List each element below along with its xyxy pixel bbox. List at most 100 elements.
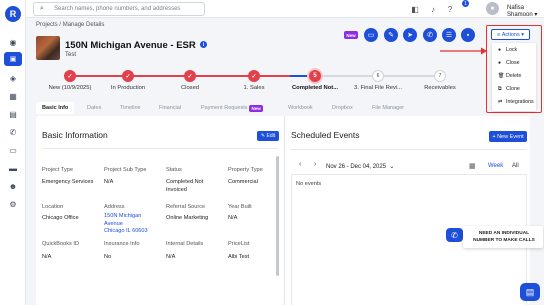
tab-payment-requests[interactable]: Payment Requests New (201, 102, 263, 114)
calendar-icon[interactable]: ▤ (7, 108, 19, 120)
field-value: N/A (42, 254, 52, 260)
field-label: PriceList (228, 241, 250, 247)
list-icon[interactable]: ☰ (442, 28, 456, 42)
menu-item-clone[interactable]: ⧉ Clone (498, 86, 520, 92)
tab-workbook[interactable]: Workbook (288, 102, 313, 114)
field-label: Year Built (228, 204, 252, 210)
calendar-icon[interactable]: ▦ (469, 162, 476, 170)
user-menu[interactable]: Nafisa Shamoon ▾ (507, 5, 544, 18)
menu-item-close[interactable]: ● Close (498, 60, 520, 66)
briefcase-icon[interactable]: ▣ (4, 52, 22, 66)
chat-icon[interactable]: ▤ (520, 283, 540, 301)
megaphone-icon[interactable]: ◧ (410, 4, 420, 14)
menu-item-integrations[interactable]: ⇄ Integrations (498, 99, 534, 105)
save-icon[interactable]: ▪ (461, 28, 475, 42)
tab-label: Payment Requests (201, 105, 248, 111)
globe-icon[interactable]: ◉ (7, 36, 19, 48)
tab-financial[interactable]: Financial (159, 102, 181, 114)
step-dot[interactable]: ✓ (122, 70, 134, 82)
send-icon[interactable]: ➤ (403, 28, 417, 42)
menu-item-label: Clone (506, 86, 520, 92)
phone-icon[interactable]: ✆ (446, 228, 463, 242)
breadcrumb-current: Manage Details (62, 22, 105, 28)
view-week-toggle[interactable]: Week (488, 163, 503, 169)
address-line: 150N Michigan (104, 213, 142, 219)
view-all-toggle[interactable]: All (512, 163, 519, 169)
info-icon[interactable]: i (200, 41, 207, 48)
edit-label: Edit (266, 133, 276, 139)
step-dot[interactable]: ✓ (64, 70, 76, 82)
menu-item-label: Integrations (506, 99, 534, 105)
tab-file-manager[interactable]: File Manager (372, 102, 404, 114)
chevron-down-icon: ⌄ (389, 164, 395, 170)
breadcrumb: Projects / Manage Details (36, 22, 104, 28)
divider (42, 148, 278, 149)
edit-button[interactable]: ✎ Edit (257, 131, 279, 141)
field-label: Project Sub Type (104, 167, 147, 173)
address-link[interactable]: 150N Michigan Avenue Chicago IL 60603 (104, 213, 148, 236)
new-event-button[interactable]: + New Event (489, 131, 527, 142)
lock-icon: ● (498, 47, 502, 53)
step-label: In Production (110, 85, 146, 91)
app-logo[interactable]: R (5, 6, 21, 22)
actions-label: Actions (501, 31, 520, 38)
call-banner[interactable]: NEED AN INDIVIDUAL NUMBER TO MAKE CALLS (463, 226, 543, 248)
project-image (36, 36, 60, 60)
settings-icon[interactable]: ⚙ (7, 198, 19, 210)
tab-dates[interactable]: Dates (87, 102, 101, 114)
chevron-down-icon: ▾ (521, 31, 525, 38)
avatar[interactable]: ● (486, 2, 499, 15)
field-value: Completed Not Invoiced (166, 179, 204, 193)
field-value: Emergency Services (42, 179, 94, 185)
field-label: Project Type (42, 167, 73, 173)
map-icon[interactable]: ▦ (7, 90, 19, 102)
actions-button[interactable]: ≡ Actions ▾ (491, 29, 530, 40)
help-icon[interactable]: ? (445, 4, 455, 14)
phone-icon[interactable]: ✆ (7, 126, 19, 138)
menu-item-label: Delete (506, 73, 522, 79)
page-title: 150N Michigan Avenue - ESR (65, 40, 196, 51)
tab-dropbox[interactable]: Dropbox (332, 102, 353, 114)
tab-timeline[interactable]: Timeline (120, 102, 141, 114)
menu-item-lock[interactable]: ● Lock (498, 47, 517, 53)
trash-icon: 🗑 (498, 73, 505, 79)
step-dot[interactable]: 7 (434, 70, 446, 82)
address-line: Chicago IL 60603 (104, 228, 148, 234)
chevron-left-icon[interactable]: ‹ (299, 161, 301, 168)
scrollbar[interactable] (276, 156, 279, 276)
menu-item-delete[interactable]: 🗑 Delete (498, 73, 521, 79)
bell-icon[interactable]: ♪ (428, 4, 438, 14)
field-label: Property Type (228, 167, 263, 173)
empty-state: No events (296, 181, 322, 187)
step-dot-current[interactable]: 5 (309, 70, 321, 82)
step-label: Closed (180, 85, 200, 91)
users-icon[interactable]: ☻ (7, 180, 19, 192)
step-label-current: Completed Not... (291, 85, 339, 91)
step-dot[interactable]: ✓ (248, 70, 260, 82)
user-name: Nafisa Shamoon (507, 5, 533, 18)
chevron-right-icon[interactable]: › (314, 161, 316, 168)
field-value: Albi Test (228, 254, 250, 260)
truck-icon[interactable]: ▬ (7, 162, 19, 174)
inbox-icon[interactable]: ▭ (7, 144, 19, 156)
call-icon[interactable]: ✆ (423, 28, 437, 42)
edit-icon[interactable]: ✎ (384, 28, 398, 42)
search-icon: ⌕ (40, 5, 44, 12)
project-subtitle: Test (65, 52, 77, 58)
tab-basic-info[interactable]: Basic Info (36, 102, 75, 114)
integrations-icon: ⇄ (498, 99, 503, 105)
scheduled-events-panel: Scheduled Events + New Event ‹ › Nov 26 … (284, 116, 530, 305)
menu-item-label: Lock (506, 47, 518, 53)
field-value: N/A (228, 215, 238, 221)
step-dot[interactable]: ✓ (184, 70, 196, 82)
step-dot[interactable]: 6 (372, 70, 384, 82)
basic-info-panel: Basic Information ✎ Edit Project Type Em… (36, 116, 284, 305)
message-icon[interactable]: ▭ (364, 28, 378, 42)
field-label: Address (104, 204, 125, 210)
search-input[interactable]: ⌕ Search names, phone numbers, and addre… (33, 2, 205, 16)
breadcrumb-parent[interactable]: Projects (36, 22, 58, 28)
date-range-picker[interactable]: Nov 26 - Dec 04, 2025 ⌄ (326, 163, 394, 170)
step-label: 3. Final File Revi... (354, 85, 402, 91)
field-value: N/A (104, 179, 114, 185)
layers-icon[interactable]: ◈ (7, 72, 19, 84)
